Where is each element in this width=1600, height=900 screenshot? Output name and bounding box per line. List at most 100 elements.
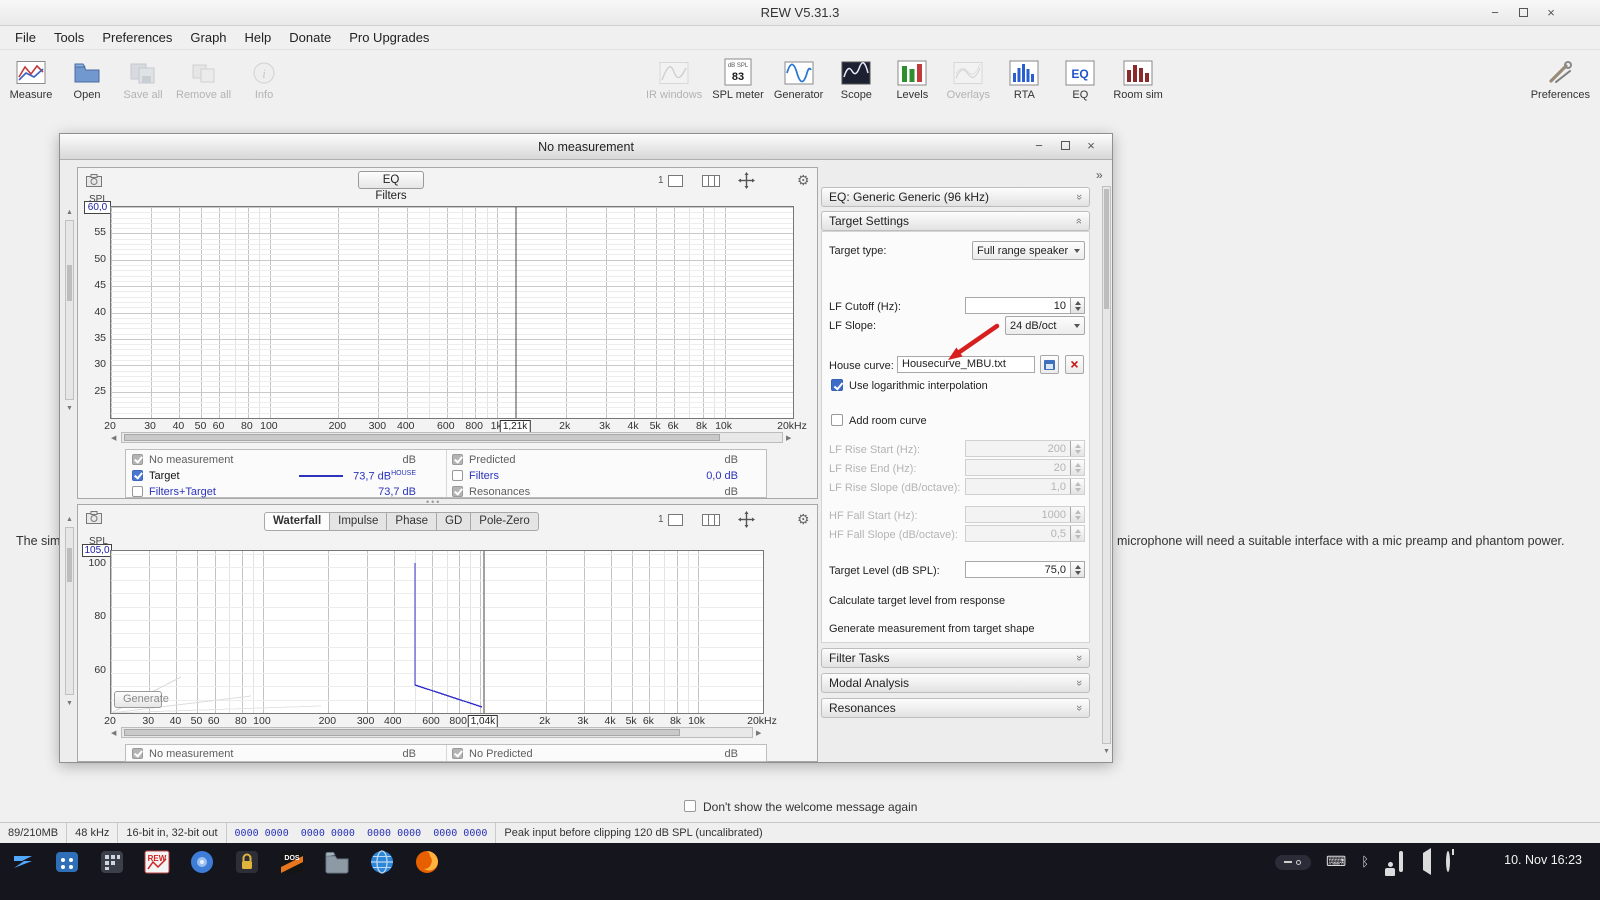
single-pane-layout-icon[interactable]	[668, 513, 683, 531]
toolbar-open-button[interactable]: Open	[64, 54, 110, 101]
tray-power-icon[interactable]	[1446, 853, 1450, 871]
tray-display-icon[interactable]	[1399, 853, 1403, 871]
generate-measurement-button[interactable]: Generate measurement from target shape	[829, 623, 1034, 635]
toolbar-generator-button[interactable]: Generator	[774, 54, 824, 101]
split-pane-layout-icon[interactable]	[702, 513, 720, 531]
pan-move-icon[interactable]	[738, 172, 755, 194]
menu-preferences[interactable]: Preferences	[93, 26, 181, 50]
panel-expander[interactable]: »	[1096, 168, 1103, 182]
graph-settings-gear-icon[interactable]: ⚙	[797, 172, 810, 188]
use-log-checkbox[interactable]	[831, 379, 843, 391]
tray-volume-icon[interactable]	[1418, 853, 1431, 871]
taskbar-clock[interactable]: 10. Nov 16:23	[1504, 853, 1582, 867]
taskbar-app-rew[interactable]: REW	[141, 846, 172, 877]
legend-checkbox-filters[interactable]	[452, 470, 463, 481]
section-filter-tasks-header[interactable]: Filter Tasks»	[821, 648, 1090, 668]
legend-checkbox-predicted[interactable]	[452, 454, 463, 465]
single-pane-layout-icon[interactable]	[668, 174, 683, 192]
tray-status-pill-icon[interactable]	[1275, 855, 1311, 870]
taskbar-app-settings-grid[interactable]	[96, 846, 127, 877]
spinner-buttons[interactable]	[1070, 562, 1084, 577]
axis-scroll-down-icon[interactable]: ▼	[66, 404, 73, 413]
generate-button[interactable]: Generate	[114, 691, 162, 708]
dont-show-welcome-checkbox[interactable]	[684, 800, 696, 812]
legend-checkbox-resonances[interactable]	[452, 486, 463, 497]
toolbar-rta-button[interactable]: RTA	[1001, 54, 1047, 101]
target-type-dropdown[interactable]: Full range speaker	[972, 241, 1085, 260]
app-restore-button[interactable]	[1514, 4, 1532, 22]
axis-scroll-up-icon[interactable]: ▲	[66, 208, 73, 217]
menu-donate[interactable]: Donate	[280, 26, 340, 50]
graph-settings-gear-icon[interactable]: ⚙	[797, 511, 810, 527]
legend-checkbox-target[interactable]	[132, 470, 143, 481]
graph-hscrollbar[interactable]	[121, 727, 753, 738]
pan-move-icon[interactable]	[738, 511, 755, 533]
target-level-field[interactable]: 75,0	[965, 561, 1085, 578]
eq-plot-area[interactable]	[110, 206, 794, 419]
axis-scroll-up-icon-2[interactable]: ▲	[66, 515, 73, 524]
tab-phase[interactable]: Phase	[387, 512, 437, 531]
toolbar-preferences-button[interactable]: Preferences	[1531, 54, 1590, 101]
app-minimize-button[interactable]: −	[1486, 4, 1504, 22]
tab-waterfall[interactable]: Waterfall	[264, 512, 330, 531]
scroll-thumb[interactable]	[124, 729, 680, 736]
legend-checkbox-no-predicted[interactable]	[452, 748, 463, 759]
vscroll-down-icon[interactable]: ▼	[1103, 747, 1110, 756]
y-axis-max-value[interactable]: 60,0	[84, 201, 111, 214]
house-curve-clear-button[interactable]: ×	[1065, 355, 1084, 374]
toolbar-levels-button[interactable]: Levels	[889, 54, 935, 101]
toolbar-measure-button[interactable]: Measure	[8, 54, 54, 101]
house-curve-browse-button[interactable]	[1040, 355, 1059, 374]
menu-file[interactable]: File	[6, 26, 45, 50]
scroll-thumb[interactable]	[124, 434, 720, 441]
axis-scrollbar-top[interactable]	[65, 220, 74, 400]
window-vscrollbar[interactable]	[1102, 186, 1111, 744]
legend-checkbox-no-measurement[interactable]	[132, 748, 143, 759]
taskbar-app-keyring[interactable]	[231, 846, 262, 877]
toolbar-scope-button[interactable]: Scope	[833, 54, 879, 101]
menu-tools[interactable]: Tools	[45, 26, 93, 50]
y-axis-max-value[interactable]: 105,0	[82, 544, 112, 557]
tray-bluetooth-icon[interactable]: ᛒ	[1361, 853, 1369, 871]
hscroll-left-icon[interactable]: ◀	[111, 434, 116, 443]
taskbar-app-dosbox[interactable]: DOS	[276, 846, 307, 877]
tab-gd[interactable]: GD	[437, 512, 471, 531]
capture-camera-icon[interactable]	[86, 511, 102, 529]
taskbar-app-browser[interactable]	[366, 846, 397, 877]
waterfall-plot-area[interactable]	[110, 550, 764, 714]
section-target-settings-header[interactable]: Target Settings »	[821, 211, 1090, 231]
hscroll-left-icon[interactable]: ◀	[111, 729, 116, 738]
taskbar-app-firefox[interactable]	[411, 846, 442, 877]
app-close-button[interactable]: ×	[1542, 4, 1560, 22]
calculate-target-level-button[interactable]: Calculate target level from response	[829, 595, 1005, 607]
add-room-curve-checkbox[interactable]	[831, 414, 843, 426]
section-eq-header[interactable]: EQ: Generic Generic (96 kHz) »	[821, 187, 1090, 207]
menu-help[interactable]: Help	[236, 26, 281, 50]
section-modal-analysis-header[interactable]: Modal Analysis»	[821, 673, 1090, 693]
tab-impulse[interactable]: Impulse	[330, 512, 387, 531]
window-maximize-button[interactable]	[1056, 137, 1074, 155]
menu-pro-upgrades[interactable]: Pro Upgrades	[340, 26, 438, 50]
scroll-thumb[interactable]	[67, 265, 72, 301]
legend-checkbox-filters-target[interactable]	[132, 486, 143, 497]
menu-graph[interactable]: Graph	[181, 26, 235, 50]
window-titlebar[interactable]: No measurement − ×	[60, 134, 1112, 160]
axis-scroll-down-icon-2[interactable]: ▼	[66, 699, 73, 708]
split-pane-layout-icon[interactable]	[702, 174, 720, 192]
eq-filters-button[interactable]: EQ Filters	[358, 171, 424, 189]
toolbar-spl-meter-button[interactable]: dB SPL83SPL meter	[712, 54, 764, 101]
window-close-button[interactable]: ×	[1082, 137, 1100, 155]
spinner-buttons[interactable]	[1070, 298, 1084, 313]
taskbar-app-files[interactable]	[321, 846, 352, 877]
tray-keyboard-icon[interactable]: ⌨	[1326, 853, 1346, 871]
window-minimize-button[interactable]: −	[1030, 137, 1048, 155]
hscroll-right-icon[interactable]: ▶	[756, 729, 761, 738]
legend-checkbox-no-measurement[interactable]	[132, 454, 143, 465]
toolbar-eq-button[interactable]: EQEQ	[1057, 54, 1103, 101]
scroll-thumb[interactable]	[67, 548, 72, 582]
hscroll-right-icon[interactable]: ▶	[786, 434, 791, 443]
section-resonances-header[interactable]: Resonances»	[821, 698, 1090, 718]
taskbar-app-disks[interactable]	[186, 846, 217, 877]
capture-camera-icon[interactable]	[86, 174, 102, 192]
graph-hscrollbar[interactable]	[121, 432, 783, 443]
